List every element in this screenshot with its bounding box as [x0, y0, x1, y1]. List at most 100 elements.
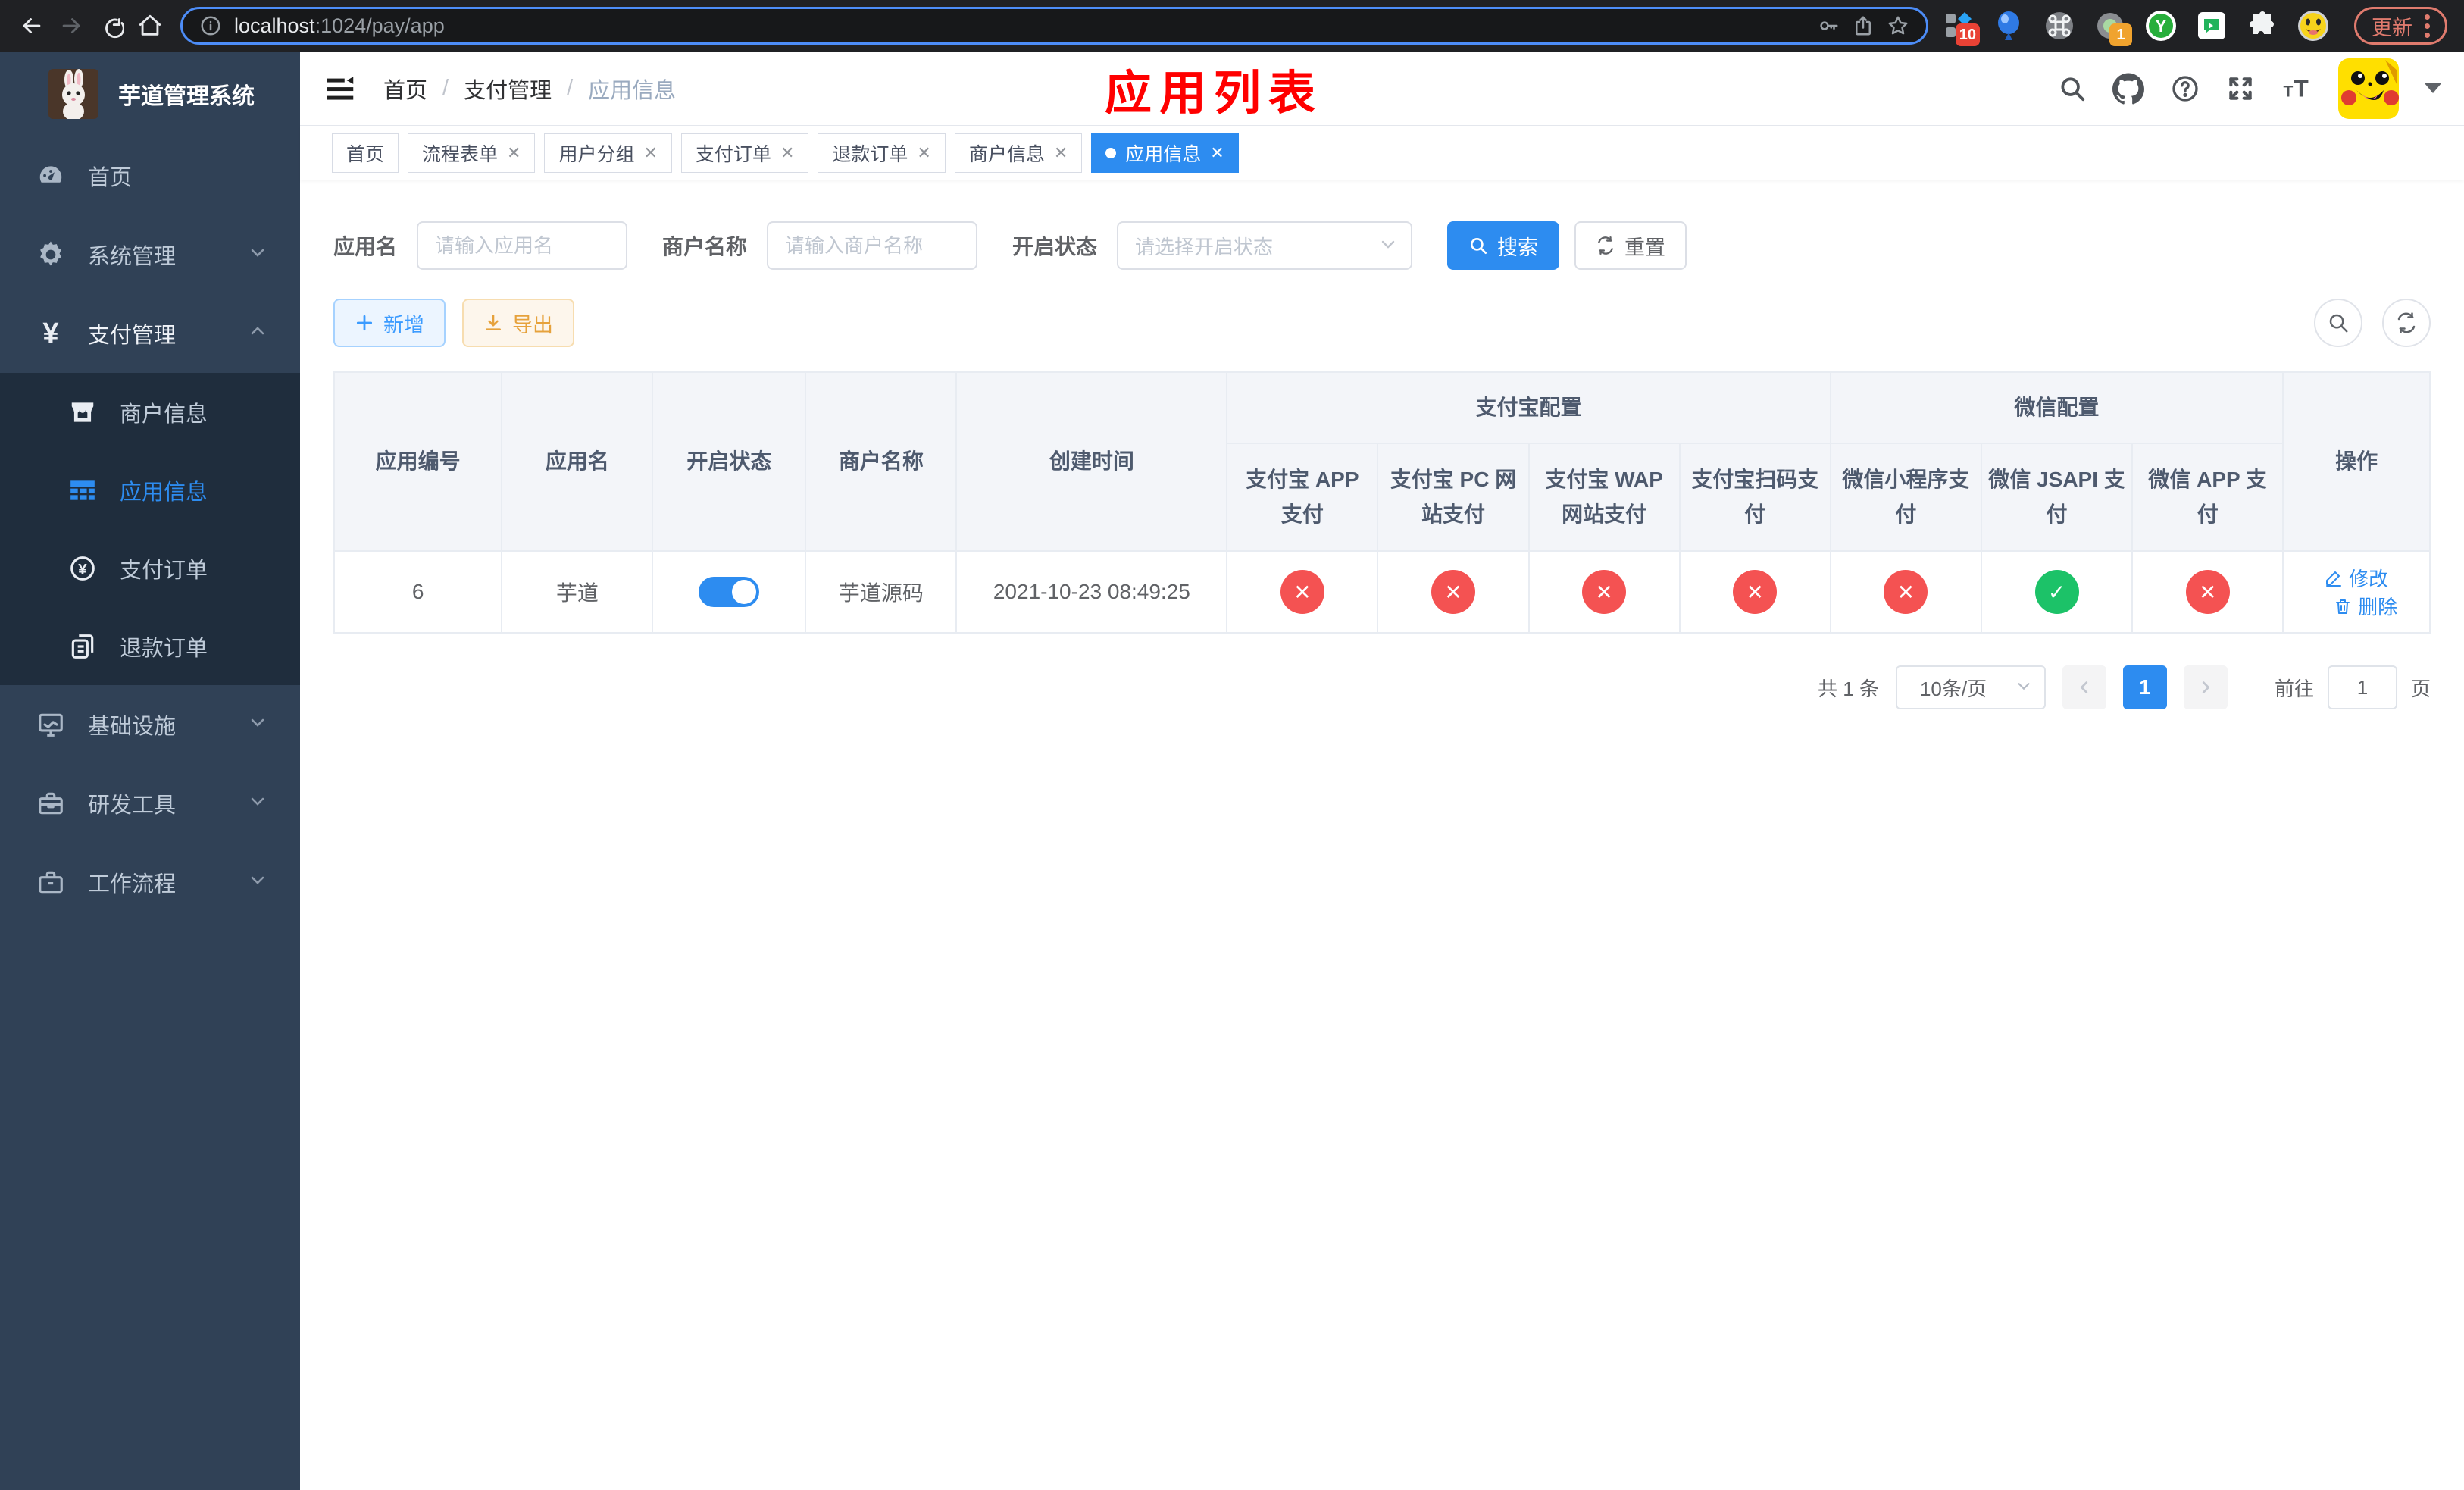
tab-refund-orders[interactable]: 退款订单 ✕: [818, 133, 946, 173]
table-toolbar: 新增 导出: [333, 299, 2431, 347]
tab-pay-orders[interactable]: 支付订单 ✕: [680, 133, 809, 173]
reload-icon[interactable]: [91, 6, 130, 45]
svg-text:T: T: [2294, 74, 2309, 102]
sidebar-item-system[interactable]: 系统管理: [0, 215, 300, 294]
home-icon[interactable]: [130, 6, 170, 45]
navbar-actions: TT: [2058, 58, 2441, 119]
briefcase-icon: [35, 868, 67, 897]
app-title: 芋道管理系统: [118, 84, 255, 109]
col-alipay-pc: 支付宝 PC 网站支付: [1377, 443, 1530, 552]
documents-icon: [67, 632, 98, 661]
reset-button[interactable]: 重置: [1574, 221, 1687, 270]
extension-chat-icon[interactable]: [2196, 10, 2228, 42]
chevron-up-icon: [249, 321, 267, 346]
prev-page-button[interactable]: [2062, 665, 2106, 709]
page-size-select[interactable]: 10条/页: [1895, 665, 2046, 709]
sidebar-item-payment[interactable]: ¥ 支付管理: [0, 294, 300, 373]
next-page-button[interactable]: [2183, 665, 2228, 709]
dashboard-icon: [35, 161, 67, 190]
breadcrumb-app-info: 应用信息: [588, 78, 677, 103]
export-button[interactable]: 导出: [462, 299, 574, 347]
extension-grid-icon[interactable]: 10: [1942, 10, 1980, 46]
app-name-input[interactable]: [417, 221, 628, 270]
breadcrumb-home[interactable]: 首页: [383, 73, 427, 105]
status-select[interactable]: 请选择开启状态: [1117, 221, 1413, 270]
font-size-icon[interactable]: TT: [2281, 73, 2312, 105]
sidebar-item-home[interactable]: 首页: [0, 136, 300, 215]
help-icon[interactable]: [2170, 74, 2200, 104]
password-key-icon[interactable]: [1817, 14, 1840, 37]
payment-submenu: 商户信息 应用信息 ¥ 支付订单 退款订单: [0, 373, 300, 685]
filter-form: 应用名 商户名称 开启状态 请选择开启状态 搜索 重置: [333, 221, 2431, 270]
close-icon[interactable]: ✕: [507, 143, 521, 163]
group-wechat-config: 微信配置: [1829, 371, 2284, 444]
status-label: 开启状态: [1012, 235, 1098, 258]
wechat-jsapi-status-icon: ✓: [2034, 570, 2079, 614]
tab-app-info[interactable]: 应用信息 ✕: [1091, 133, 1239, 173]
edit-link[interactable]: 修改: [2325, 564, 2388, 592]
close-icon[interactable]: ✕: [643, 143, 657, 163]
browser-menu-icon[interactable]: [2425, 14, 2430, 38]
sidebar-item-infrastructure[interactable]: 基础设施: [0, 685, 300, 764]
tab-home[interactable]: 首页: [332, 133, 399, 173]
search-button[interactable]: 搜索: [1447, 221, 1560, 270]
avatar-caret-icon[interactable]: [2425, 83, 2441, 93]
toggle-search-button[interactable]: [2314, 299, 2362, 347]
sidebar-item-app-info[interactable]: 应用信息: [0, 451, 300, 529]
sidebar-item-label: 商户信息: [120, 402, 208, 427]
github-icon[interactable]: [2112, 73, 2144, 105]
chevron-down-icon: [1379, 235, 1397, 257]
enabled-switch[interactable]: [699, 577, 760, 607]
merchant-name-input[interactable]: [767, 221, 978, 270]
extension-y-icon[interactable]: Y: [2145, 10, 2177, 42]
extension-badge: 10: [1955, 23, 1980, 46]
back-icon[interactable]: [12, 6, 52, 45]
add-button[interactable]: 新增: [333, 299, 446, 347]
close-icon[interactable]: ✕: [1054, 143, 1068, 163]
wechat-lite-status-icon: ✕: [1884, 570, 1928, 614]
browser-update-button[interactable]: 更新: [2354, 7, 2447, 45]
store-icon: [67, 398, 98, 427]
alipay-qr-status-icon: ✕: [1733, 570, 1778, 614]
forward-icon[interactable]: [52, 6, 91, 45]
sidebar-item-workflow[interactable]: 工作流程: [0, 843, 300, 922]
breadcrumb-payment[interactable]: 支付管理: [464, 73, 552, 105]
collapse-sidebar-icon[interactable]: [323, 71, 358, 106]
sidebar-item-merchant-info[interactable]: 商户信息: [0, 373, 300, 451]
refresh-button[interactable]: [2382, 299, 2431, 347]
active-dot: [1105, 147, 1117, 158]
extensions-puzzle-icon[interactable]: [2247, 10, 2278, 42]
page-unit-label: 页: [2410, 677, 2431, 700]
bookmark-star-icon[interactable]: [1887, 14, 1909, 37]
sidebar-item-pay-orders[interactable]: ¥ 支付订单: [0, 529, 300, 607]
address-bar[interactable]: localhost:1024/pay/app: [180, 7, 1928, 45]
user-avatar[interactable]: [2338, 58, 2399, 119]
share-icon[interactable]: [1852, 14, 1875, 37]
profile-avatar-icon[interactable]: [2297, 10, 2329, 42]
sidebar-item-dev-tools[interactable]: 研发工具: [0, 764, 300, 843]
sidebar-logo[interactable]: 芋道管理系统: [0, 52, 300, 136]
yen-circle-icon: ¥: [67, 554, 98, 583]
page-annotation-title: 应用列表: [1104, 67, 1324, 120]
search-icon[interactable]: [2058, 74, 2087, 103]
alipay-pc-status-icon: ✕: [1431, 570, 1475, 614]
goto-label: 前往: [2274, 677, 2314, 700]
extension-balloon-icon[interactable]: [1993, 10, 2025, 42]
tab-merchant-info[interactable]: 商户信息 ✕: [954, 133, 1083, 173]
goto-page-input[interactable]: [2327, 665, 2397, 709]
close-icon[interactable]: ✕: [780, 143, 794, 163]
close-icon[interactable]: ✕: [1210, 143, 1224, 163]
sidebar-item-refund-orders[interactable]: 退款订单: [0, 607, 300, 685]
tab-process-form[interactable]: 流程表单 ✕: [408, 133, 536, 173]
current-page[interactable]: 1: [2122, 665, 2167, 709]
fullscreen-icon[interactable]: [2226, 74, 2255, 103]
pagination: 共 1 条 10条/页 1 前往 页: [333, 665, 2431, 709]
col-app-id: 应用编号: [333, 371, 503, 552]
tab-user-group[interactable]: 用户分组 ✕: [544, 133, 672, 173]
close-icon[interactable]: ✕: [917, 143, 930, 163]
extension-record-icon[interactable]: 1: [2094, 10, 2132, 46]
main-area: 首页 / 支付管理 / 应用信息 应用列表 TT 首页 流程表单 ✕ 用户分组 …: [300, 52, 2464, 1490]
extension-command-icon[interactable]: [2043, 10, 2075, 42]
site-info-icon[interactable]: [199, 14, 222, 37]
delete-link[interactable]: 删除: [2334, 592, 2397, 620]
